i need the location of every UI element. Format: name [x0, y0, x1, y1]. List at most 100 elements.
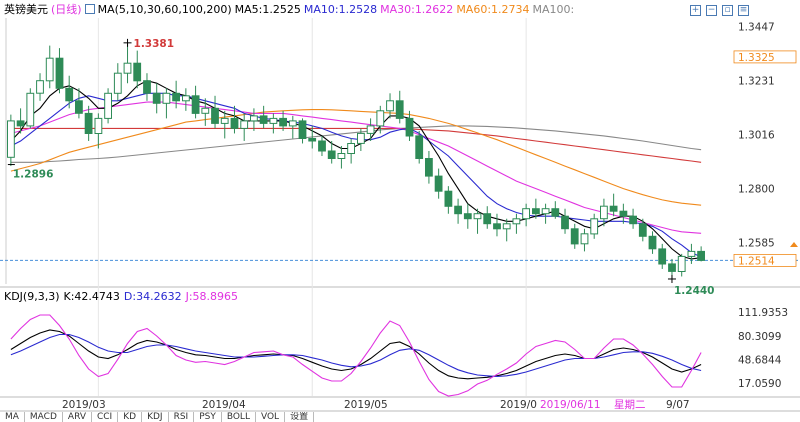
candle-body [36, 80, 44, 94]
candle-body [638, 223, 647, 237]
kdj-tick-label: 111.9353 [738, 307, 788, 319]
tab-boll[interactable]: BOLL [222, 412, 256, 422]
candle-body [580, 233, 589, 245]
price-tick-label: 1.2800 [738, 184, 775, 196]
candle-body [425, 158, 433, 177]
candle-body [55, 57, 64, 89]
period-label[interactable]: (日线) [51, 3, 82, 16]
candle-body [75, 100, 83, 114]
x-tick-label: 2019/03 [62, 399, 106, 411]
tab-macd[interactable]: MACD [25, 412, 63, 422]
kdj-k-value: K:42.4743 [63, 290, 120, 303]
ma60-value: MA60:1.2734 [456, 3, 530, 16]
candle-body [463, 213, 472, 220]
tab-arv[interactable]: ARV [63, 412, 92, 422]
price-tick-label: 1.3231 [738, 76, 775, 88]
candle-body [532, 208, 540, 215]
indicator-tabs: MA MACD ARV CCI KD KDJ RSI PSY BOLL VOL 设置 [0, 412, 800, 422]
candle-body [162, 92, 171, 104]
candle-body [648, 235, 657, 250]
ma100-value: MA100: [532, 3, 575, 16]
price-tick-label: 1.3325 [738, 52, 775, 64]
kdj-tick-label: 17.0590 [738, 378, 781, 390]
candle-body [152, 92, 161, 104]
price-tick-label: 1.3016 [738, 129, 775, 141]
tab-ma[interactable]: MA [0, 412, 25, 422]
candle-body [483, 213, 492, 225]
ma10-value: MA10:1.2528 [303, 3, 378, 16]
candle-body [658, 248, 667, 265]
zoom-in-icon[interactable]: + [690, 5, 701, 16]
candle-body [395, 100, 404, 119]
ma-params: MA(5,10,30,60,100,200) [97, 3, 232, 16]
candle-body [493, 223, 501, 230]
tab-kd[interactable]: KD [118, 412, 143, 422]
candle-body [230, 117, 239, 129]
kdj-tick-label: 48.6844 [738, 355, 782, 367]
candle-body [512, 218, 521, 225]
price-tick-label: 1.2514 [738, 255, 775, 267]
high-label: 1.3381 [134, 38, 175, 50]
candle-body [133, 62, 142, 82]
tab-psy[interactable]: PSY [194, 412, 222, 422]
ma-checkbox-icon[interactable] [84, 4, 95, 14]
x-tick-label: 2019/0 [500, 399, 537, 411]
candle-body [84, 112, 93, 135]
zoom-out-icon[interactable]: − [706, 5, 717, 16]
candle-body [211, 107, 219, 124]
kdj-d-value: D:34.2632 [123, 290, 182, 303]
candle-body [697, 250, 706, 261]
candle-body [386, 100, 394, 112]
candle-body [415, 135, 424, 159]
kdj-header: KDJ(9,3,3) K:42.4743 D:34.2632 J:58.8965 [4, 290, 242, 304]
candle-body [172, 92, 180, 102]
instrument-name: 英镑美元 [4, 3, 48, 16]
candle-body [143, 80, 151, 94]
candle-body [182, 95, 190, 102]
candle-body [405, 117, 414, 137]
candle-body [677, 255, 686, 272]
price-tick-label: 1.3447 [738, 21, 775, 33]
candle-body [65, 87, 74, 102]
x-tick-label: 9/07 [666, 399, 690, 411]
chart-background [0, 0, 800, 422]
candle-body [668, 263, 676, 272]
candle-body [444, 190, 453, 207]
candle-body [104, 92, 112, 119]
candle-body [570, 228, 579, 245]
kdj-j-value: J:58.8965 [185, 290, 239, 303]
tab-settings[interactable]: 设置 [285, 412, 315, 422]
candle-body [502, 223, 511, 230]
tab-cci[interactable]: CCI [92, 412, 119, 422]
kdj-label: KDJ(9,3,3) [4, 290, 60, 303]
candle-body [541, 208, 550, 215]
settings-icon[interactable]: ≡ [738, 5, 749, 16]
candle-body [45, 57, 54, 82]
candle-body [376, 110, 385, 127]
candle-body [337, 153, 346, 159]
candle-body [7, 120, 15, 158]
candle-body [240, 120, 249, 129]
kdj-tick-label: 80.3099 [738, 331, 781, 343]
ma30-value: MA30:1.2622 [380, 3, 454, 16]
tab-kdj[interactable]: KDJ [142, 412, 169, 422]
x-tick-label: 星期二 [614, 399, 646, 411]
candle-body [259, 115, 268, 124]
candle-body [327, 150, 336, 159]
candle-body [26, 92, 35, 127]
candle-body [298, 120, 307, 140]
x-tick-label: 2019/04 [202, 399, 246, 411]
candle-body [201, 107, 210, 114]
candle-body [279, 117, 288, 127]
candle-body [454, 205, 463, 215]
tab-vol[interactable]: VOL [256, 412, 286, 422]
x-tick-label: 2019/06/11 [540, 399, 601, 411]
candle-body [94, 117, 103, 135]
ma5-value: MA5:1.2525 [234, 3, 301, 16]
fullscreen-icon[interactable]: ▫ [722, 5, 733, 16]
x-tick-label: 2019/05 [344, 399, 388, 411]
candle-body [113, 72, 122, 94]
price-header: 英镑美元 (日线) MA(5,10,30,60,100,200) MA5:1.2525… [4, 3, 577, 17]
tab-rsi[interactable]: RSI [169, 412, 195, 422]
candle-body [16, 120, 25, 127]
